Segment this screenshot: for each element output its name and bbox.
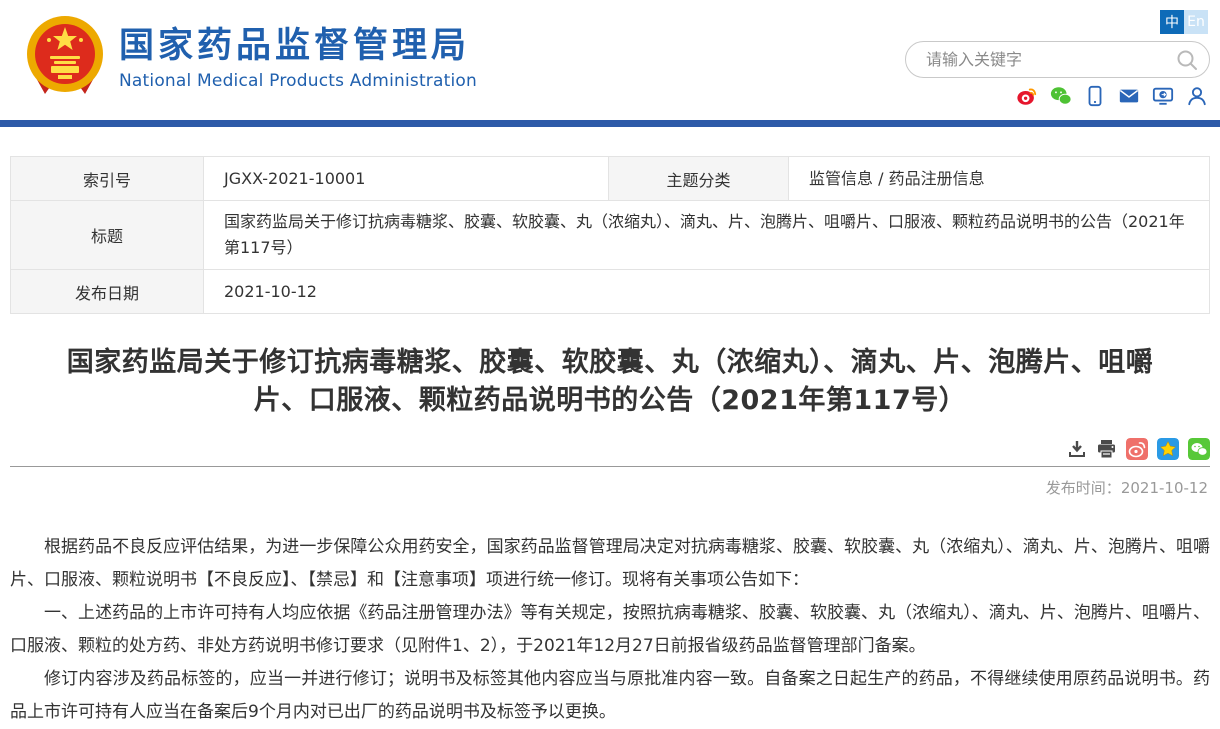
- paragraph: 根据药品不良反应评估结果，为进一步保障公众用药安全，国家药品监督管理局决定对抗病…: [10, 531, 1210, 597]
- search-box: [905, 41, 1210, 78]
- index-number-label: 索引号: [11, 157, 204, 201]
- weibo-icon[interactable]: [1016, 85, 1038, 107]
- site-title: 国家药品监督管理局: [119, 25, 477, 67]
- qzone-share-icon[interactable]: [1157, 438, 1179, 460]
- search-input[interactable]: [926, 42, 1166, 77]
- table-row: 标题 国家药监局关于修订抗病毒糖浆、胶囊、软胶囊、丸（浓缩丸）、滴丸、片、泡腾片…: [11, 201, 1210, 270]
- topic-category-value: 监管信息 / 药品注册信息: [789, 157, 1210, 201]
- divider-line: [10, 466, 1210, 467]
- table-row: 索引号 JGXX-2021-10001 主题分类 监管信息 / 药品注册信息: [11, 157, 1210, 201]
- mail-icon[interactable]: [1118, 85, 1140, 107]
- publish-time-label: 发布时间：: [1046, 479, 1121, 497]
- index-number-value: JGXX-2021-10001: [204, 157, 609, 201]
- table-row: 发布日期 2021-10-12: [11, 270, 1210, 314]
- site-subtitle: National Medical Products Administration: [119, 71, 477, 91]
- site-title-block: 国家药品监督管理局 National Medical Products Admi…: [119, 25, 477, 91]
- national-emblem-icon: [25, 14, 105, 102]
- print-icon[interactable]: [1096, 439, 1117, 459]
- wechat-icon[interactable]: [1050, 85, 1072, 107]
- wechat-share-icon[interactable]: [1188, 438, 1210, 460]
- publish-time-line: 发布时间：2021-10-12: [12, 477, 1208, 498]
- topic-category-label: 主题分类: [609, 157, 789, 201]
- publish-time-value: 2021-10-12: [1121, 479, 1208, 497]
- site-header: 国家药品监督管理局 National Medical Products Admi…: [0, 0, 1220, 120]
- user-icon[interactable]: [1186, 85, 1208, 107]
- lang-zh-button[interactable]: 中: [1160, 10, 1184, 34]
- lang-en-button[interactable]: En: [1184, 10, 1208, 34]
- doc-title-value: 国家药监局关于修订抗病毒糖浆、胶囊、软胶囊、丸（浓缩丸）、滴丸、片、泡腾片、咀嚼…: [204, 201, 1210, 270]
- search-icon[interactable]: [1175, 48, 1199, 72]
- content-area: 索引号 JGXX-2021-10001 主题分类 监管信息 / 药品注册信息 标…: [0, 156, 1220, 729]
- paragraph: 一、上述药品的上市许可持有人均应依据《药品注册管理办法》等有关规定，按照抗病毒糖…: [10, 597, 1210, 663]
- monitor-icon[interactable]: [1152, 85, 1174, 107]
- doc-title-label: 标题: [11, 201, 204, 270]
- header-social-icons: [1016, 85, 1208, 107]
- paragraph: 修订内容涉及药品标签的，应当一并进行修订；说明书及标签其他内容应当与原批准内容一…: [10, 663, 1210, 729]
- mobile-icon[interactable]: [1084, 85, 1106, 107]
- publish-date-value: 2021-10-12: [204, 270, 1210, 314]
- page-title: 国家药监局关于修订抗病毒糖浆、胶囊、软胶囊、丸（浓缩丸）、滴丸、片、泡腾片、咀嚼…: [55, 344, 1165, 420]
- article-tools: [10, 437, 1210, 461]
- download-icon[interactable]: [1067, 439, 1087, 459]
- site-logo[interactable]: 国家药品监督管理局 National Medical Products Admi…: [25, 14, 477, 102]
- article-body: 根据药品不良反应评估结果，为进一步保障公众用药安全，国家药品监督管理局决定对抗病…: [10, 531, 1210, 729]
- publish-date-label: 发布日期: [11, 270, 204, 314]
- language-switch: 中 En: [1160, 10, 1208, 34]
- weibo-share-icon[interactable]: [1126, 438, 1148, 460]
- document-info-table: 索引号 JGXX-2021-10001 主题分类 监管信息 / 药品注册信息 标…: [10, 156, 1210, 314]
- accent-divider-bar: [0, 120, 1220, 127]
